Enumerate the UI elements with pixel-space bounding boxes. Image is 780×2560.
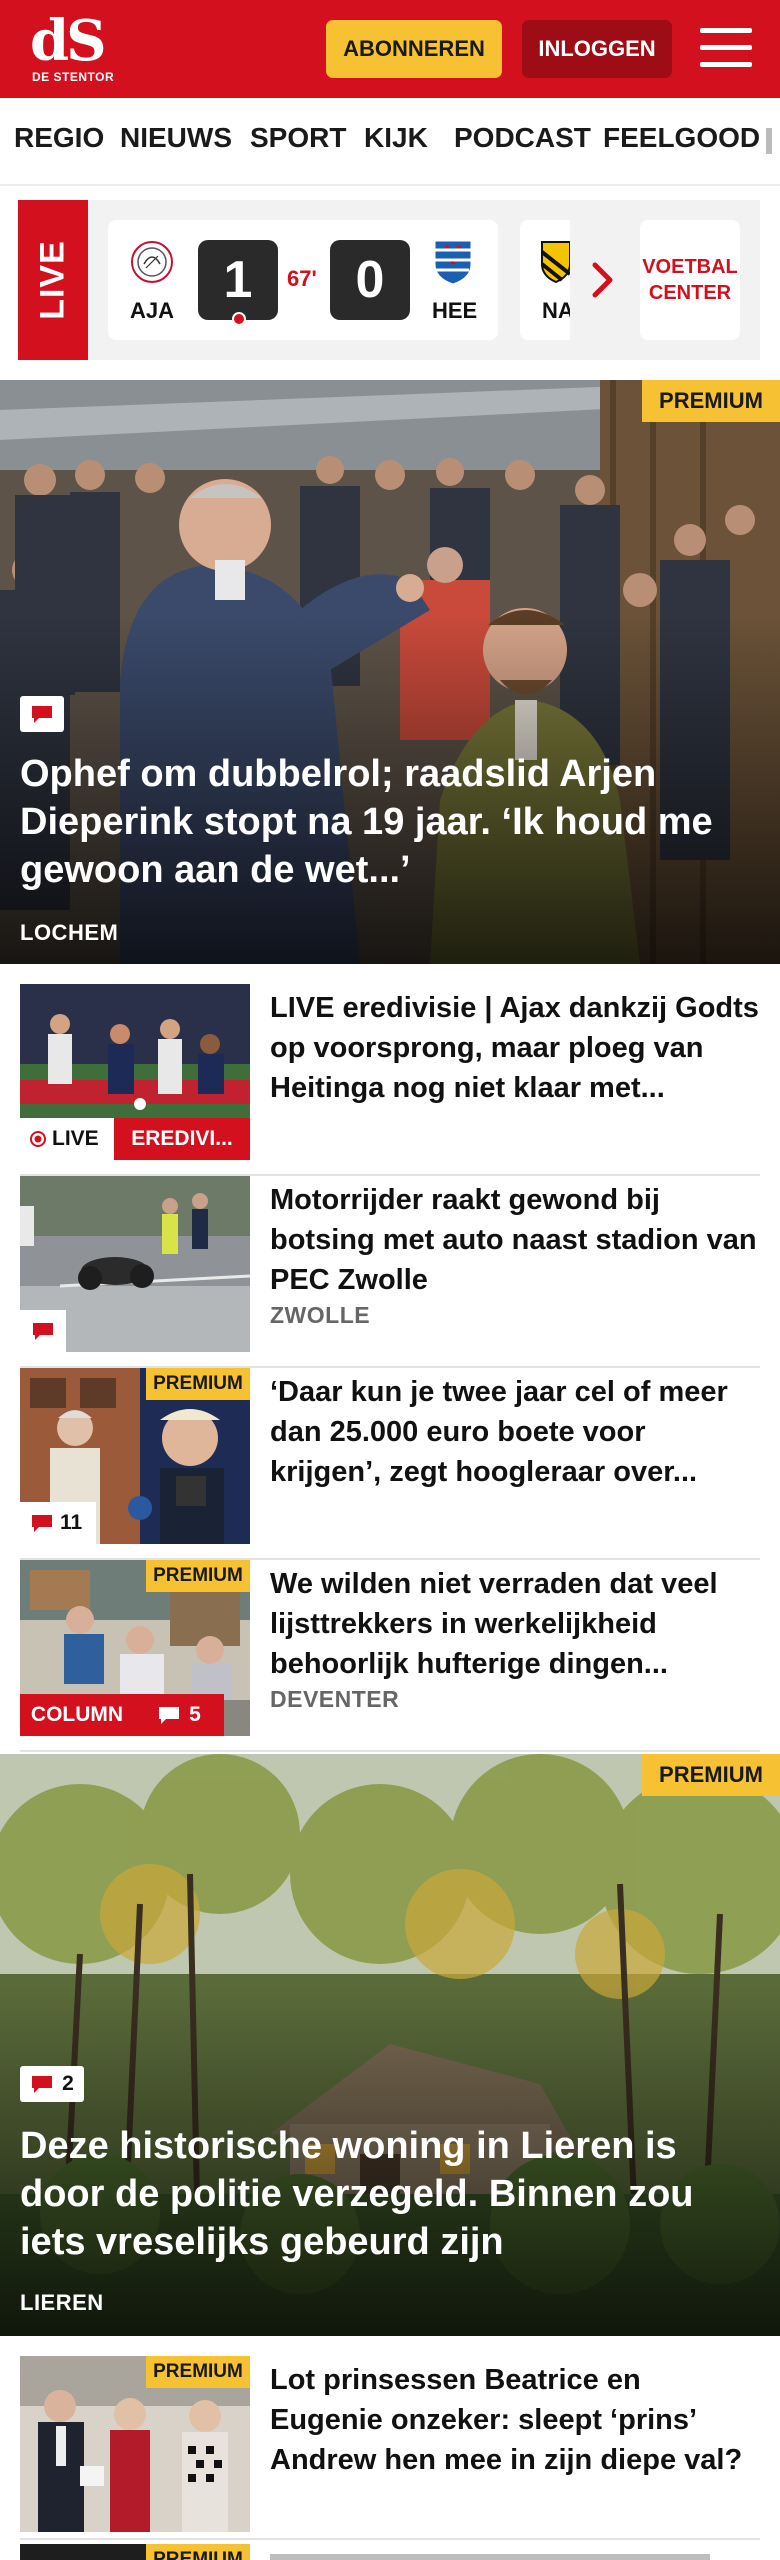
article-thumbnail: LIVE EREDIVI... (20, 984, 250, 1160)
home-team-abbr: AJA (130, 298, 175, 323)
article-row[interactable]: PREMIUM COLUMN 5 We wilden niet verraden… (20, 1560, 760, 1752)
article-row[interactable]: PREMIUM 11 ‘Daar kun je twee jaar cel of… (20, 1368, 760, 1560)
comment-icon (32, 1515, 52, 1532)
article-row[interactable]: LIVE EREDIVI... LIVE eredivisie | Ajax d… (20, 984, 760, 1176)
live-indicator-dot (232, 312, 246, 326)
comment-badge: 11 (20, 1502, 96, 1544)
login-button[interactable]: INLOGGEN (522, 20, 672, 78)
comment-icon (32, 706, 52, 723)
nav-item-nieuws[interactable]: NIEUWS (120, 122, 232, 154)
logo-mark: dS (30, 8, 107, 74)
premium-badge: PREMIUM (146, 1368, 250, 1400)
category-tag: EREDIVI... (114, 1118, 250, 1160)
site-logo[interactable]: dS DE STENTOR (26, 12, 116, 88)
nav-item-regio[interactable]: REGIO (14, 122, 104, 154)
ajax-crest-icon (131, 241, 173, 283)
premium-badge: PREMIUM (146, 2356, 250, 2388)
nav-item-podcast[interactable]: PODCAST (454, 122, 591, 154)
nav-item-feelgood[interactable]: FEELGOOD (603, 122, 760, 154)
comment-badge (20, 696, 64, 732)
live-tag-label: LIVE (52, 1127, 99, 1150)
subscribe-button[interactable]: ABONNEREN (326, 20, 502, 78)
chevron-right-icon[interactable] (592, 262, 614, 298)
article-title-partial (270, 2550, 750, 2560)
article-row[interactable]: Motorrijder raakt gewond bij botsing met… (20, 1176, 760, 1368)
match-minute: 67' (287, 266, 317, 291)
comment-count: 11 (60, 1511, 83, 1534)
live-scores-strip: LIVE AJA 1 67' 0 HEE NA VOETBAL CENTER (0, 200, 780, 360)
live-match-card[interactable]: AJA 1 67' 0 HEE (108, 220, 498, 340)
hero-location: LOCHEM (20, 920, 119, 945)
menu-icon[interactable] (700, 26, 752, 70)
voetbal-center-line1: VOETBAL (642, 256, 738, 278)
article-title: LIVE eredivisie | Ajax dankzij Godts op … (270, 992, 759, 1104)
premium-badge: PREMIUM (146, 1560, 250, 1592)
next-match-card[interactable]: NA (520, 220, 570, 340)
voetbal-center-link[interactable]: VOETBAL CENTER (640, 220, 740, 340)
premium-badge: PREMIUM (642, 380, 780, 422)
comment-icon (159, 1707, 180, 1724)
premium-badge: PREMIUM (642, 1754, 780, 1796)
section-nav: REGIO NIEUWS SPORT KIJK PODCAST FEELGOOD (0, 98, 780, 186)
article-thumbnail-partial[interactable]: PREMIUM (20, 2544, 250, 2560)
column-tag: COLUMN (20, 1694, 134, 1736)
live-dot-icon (30, 1131, 46, 1147)
nav-item-sport[interactable]: SPORT (250, 122, 346, 154)
live-tag: LIVE (20, 1118, 114, 1160)
article-title: We wilden niet verraden dat veel lijsttr… (270, 1568, 718, 1680)
comment-count: 5 (189, 1703, 201, 1726)
article-thumbnail: PREMIUM COLUMN 5 (20, 1560, 250, 1736)
article-row[interactable]: PREMIUM Lot prinsessen Beatrice en Eugen… (20, 2356, 760, 2540)
hero-article-1[interactable]: PREMIUM Ophef om dubbelrol; raadslid Arj… (0, 380, 780, 964)
article-title: Motorrijder raakt gewond bij botsing met… (270, 1184, 757, 1296)
home-score: 1 (198, 240, 278, 320)
comment-badge: 2 (20, 2066, 84, 2102)
site-header: dS DE STENTOR ABONNEREN INLOGGEN (0, 0, 780, 98)
article-thumbnail: PREMIUM (20, 2356, 250, 2532)
comment-icon (32, 2076, 53, 2093)
article-location: DEVENTER (270, 1686, 400, 1712)
logo-subtitle: DE STENTOR (32, 70, 115, 84)
nav-item-kijk[interactable]: KIJK (364, 122, 428, 154)
hero-article-2[interactable]: PREMIUM 2 Deze historische woning in Lie… (0, 1754, 780, 2336)
hero-location: LIEREN (20, 2290, 104, 2315)
heerenveen-crest-icon (434, 240, 472, 285)
away-team-abbr: HEE (432, 298, 478, 323)
article-thumbnail: PREMIUM 11 (20, 1368, 250, 1544)
hero-title: Ophef om dubbelrol; raadslid Arjen Diepe… (20, 753, 713, 891)
comment-count: 2 (62, 2072, 74, 2095)
next-team-abbr: NA (542, 298, 570, 323)
article-location: ZWOLLE (270, 1302, 371, 1328)
article-title: Lot prinsessen Beatrice en Eugenie onzek… (270, 2364, 743, 2476)
voetbal-center-line2: CENTER (648, 282, 732, 304)
comment-badge (20, 1310, 66, 1352)
comment-icon (33, 1323, 53, 1340)
live-label: LIVE (18, 200, 88, 360)
nav-overflow-edge (766, 128, 772, 154)
comment-badge: 5 (134, 1694, 224, 1736)
article-thumbnail (20, 1176, 250, 1352)
hero-title: Deze historische woning in Lieren is doo… (20, 2125, 694, 2263)
away-score: 0 (330, 240, 410, 320)
premium-badge: PREMIUM (146, 2544, 250, 2560)
nac-crest-icon (540, 241, 570, 284)
article-title: ‘Daar kun je twee jaar cel of meer dan 2… (270, 1376, 728, 1488)
